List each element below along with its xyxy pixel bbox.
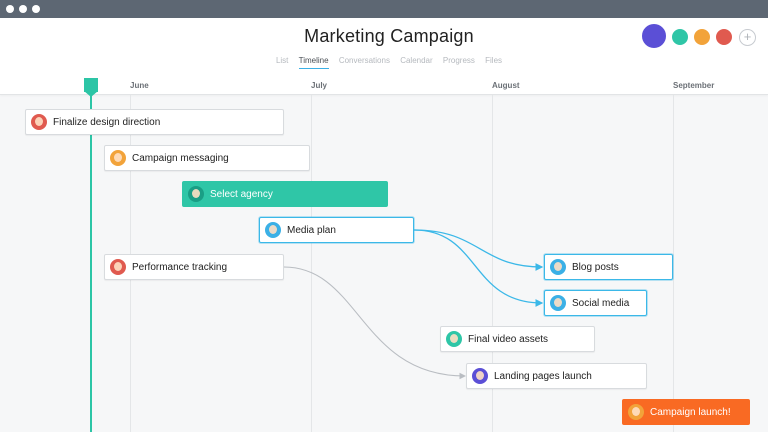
task-landing-pages-launch[interactable]: Landing pages launch [466,363,647,389]
assignee-avatar [550,295,566,311]
member-avatar[interactable] [640,22,668,50]
window-maximize-dot[interactable] [32,5,40,13]
task-final-video-assets[interactable]: Final video assets [440,326,595,352]
tab-timeline[interactable]: Timeline [298,56,329,69]
assignee-avatar [110,259,126,275]
milestone-campaign-launch[interactable]: Campaign launch! [622,399,750,425]
member-avatar[interactable] [670,27,690,47]
task-label: Landing pages launch [494,370,592,382]
assignee-avatar [550,259,566,275]
window-titlebar [0,0,768,18]
tab-conversations[interactable]: Conversations [339,56,390,68]
tab-calendar[interactable]: Calendar [400,56,432,68]
assignee-avatar [265,222,281,238]
task-label: Campaign messaging [132,152,229,164]
assignee-avatar [472,368,488,384]
add-member-button[interactable]: + [739,29,756,46]
task-performance-tracking[interactable]: Performance tracking [104,254,284,280]
assignee-avatar [628,404,644,420]
task-social-media[interactable]: Social media [544,290,647,316]
task-select-agency[interactable]: Select agency [182,181,388,207]
assignee-avatar [110,150,126,166]
timeline-view: June July August September Finalize desi… [0,70,768,432]
window-minimize-dot[interactable] [19,5,27,13]
task-label: Media plan [287,224,336,236]
task-finalize-design-direction[interactable]: Finalize design direction [25,109,284,135]
tab-progress[interactable]: Progress [443,56,475,68]
task-label: Campaign launch! [650,406,731,418]
dependency-link-media-plan-to-social-media [413,229,544,307]
member-avatar[interactable] [692,27,712,47]
assignee-avatar [31,114,47,130]
task-label: Blog posts [572,261,619,273]
tab-list[interactable]: List [276,56,288,68]
assignee-avatar [446,331,462,347]
task-media-plan[interactable]: Media plan [259,217,414,243]
dependency-link-media-plan-to-blog-posts [413,229,544,271]
project-members: + [640,22,762,50]
task-label: Finalize design direction [53,116,161,128]
task-blog-posts[interactable]: Blog posts [544,254,673,280]
task-label: Final video assets [468,333,549,345]
task-label: Performance tracking [132,261,228,273]
project-header: Marketing Campaign List Timeline Convers… [0,18,768,70]
task-label: Social media [572,297,630,309]
dependency-link-tracking-to-landing-pages [283,266,467,380]
task-label: Select agency [210,188,273,200]
project-tabs: List Timeline Conversations Calendar Pro… [0,56,768,69]
member-avatar[interactable] [714,27,734,47]
assignee-avatar [188,186,204,202]
tab-files[interactable]: Files [485,56,502,68]
window-close-dot[interactable] [6,5,14,13]
task-campaign-messaging[interactable]: Campaign messaging [104,145,310,171]
